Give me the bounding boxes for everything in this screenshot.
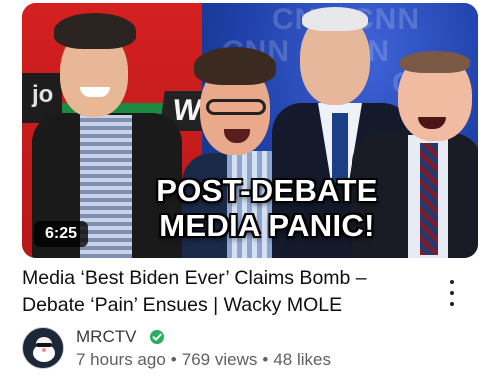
thumbnail-headline: POST-DEBATE MEDIA PANIC! — [142, 173, 392, 243]
more-vert-icon — [450, 302, 454, 306]
video-thumbnail[interactable]: CNN CNN CNN CNN CNN jo W P — [22, 3, 478, 258]
separator-dot: • — [262, 350, 269, 369]
channel-name[interactable]: MRCTV — [76, 327, 136, 347]
more-options-button[interactable] — [440, 276, 464, 310]
check-circle-icon — [150, 330, 164, 344]
view-count: 769 views — [181, 350, 258, 369]
headline-line-2: MEDIA PANIC! — [159, 208, 375, 243]
like-count: 48 likes — [273, 350, 331, 369]
video-title[interactable]: Media ‘Best Biden Ever’ Claims Bomb – De… — [22, 265, 422, 319]
headline-line-1: POST-DEBATE — [156, 173, 378, 208]
duration-badge: 6:25 — [34, 221, 88, 247]
mole-logo-icon — [23, 328, 63, 368]
upload-age: 7 hours ago — [76, 350, 166, 369]
separator-dot: • — [170, 350, 177, 369]
more-vert-icon — [450, 280, 454, 284]
channel-avatar[interactable] — [22, 327, 64, 369]
more-vert-icon — [450, 291, 454, 295]
video-meta: 7 hours ago • 769 views • 48 likes — [76, 350, 331, 370]
